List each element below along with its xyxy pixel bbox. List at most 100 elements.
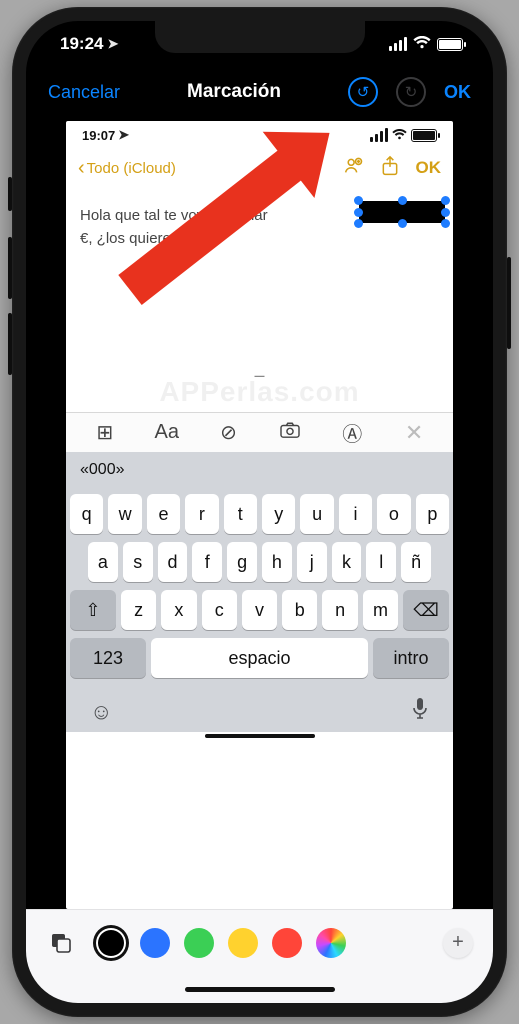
shapes-button[interactable]	[46, 928, 76, 958]
color-green[interactable]	[184, 928, 214, 958]
camera-icon[interactable]	[273, 421, 307, 445]
status-bar-inner: 19:07 ➤	[66, 121, 453, 149]
battery-icon	[437, 38, 463, 51]
key-r[interactable]: r	[185, 494, 218, 534]
color-swatches	[96, 928, 346, 958]
key-q[interactable]: q	[70, 494, 103, 534]
resize-handle[interactable]	[441, 208, 450, 217]
home-indicator-inner	[205, 734, 315, 738]
emoji-key[interactable]: ☺	[90, 699, 112, 725]
table-icon[interactable]: ⊞	[88, 420, 122, 445]
location-icon: ➤	[107, 36, 118, 52]
key-w[interactable]: w	[108, 494, 141, 534]
color-red[interactable]	[272, 928, 302, 958]
color-black[interactable]	[96, 928, 126, 958]
key-c[interactable]: c	[202, 590, 237, 630]
cancel-button[interactable]: Cancelar	[48, 82, 120, 103]
key-z[interactable]: z	[121, 590, 156, 630]
add-tool-button[interactable]: +	[443, 928, 473, 958]
key-u[interactable]: u	[300, 494, 333, 534]
chevron-left-icon: ‹	[78, 158, 85, 178]
resize-handle[interactable]	[398, 219, 407, 228]
markup-pen-icon[interactable]: Ⓐ	[335, 418, 369, 447]
notes-format-toolbar: ⊞ Aa ⊘ Ⓐ ✕	[66, 412, 453, 452]
redaction-shape[interactable]	[359, 201, 445, 223]
home-indicator-outer[interactable]	[26, 975, 493, 1003]
key-k[interactable]: k	[332, 542, 362, 582]
key-a[interactable]: a	[88, 542, 118, 582]
key-j[interactable]: j	[297, 542, 327, 582]
resize-handle[interactable]	[354, 219, 363, 228]
wifi-icon	[392, 127, 407, 144]
dismiss-toolbar-icon[interactable]: ✕	[397, 420, 431, 446]
key-s[interactable]: s	[123, 542, 153, 582]
suggestion-text[interactable]: «000»	[80, 461, 125, 479]
redo-icon: ↻	[405, 83, 418, 101]
markup-navbar: Cancelar Marcación ↺ ↻ OK	[26, 67, 493, 117]
battery-icon	[411, 129, 437, 142]
key-row-2: a s d f g h j k l ñ	[70, 542, 449, 582]
return-key[interactable]: intro	[373, 638, 449, 678]
phone-body: 19:24 ➤ Cancelar Marcación ↺ ↻	[12, 7, 507, 1017]
resize-handle[interactable]	[441, 219, 450, 228]
volume-up-button	[8, 237, 12, 299]
notes-back-button[interactable]: ‹ Todo (iCloud)	[78, 158, 176, 178]
key-b[interactable]: b	[282, 590, 317, 630]
undo-button[interactable]: ↺	[348, 77, 378, 107]
location-icon: ➤	[118, 127, 129, 143]
keyboard: q w e r t y u i o p a	[66, 488, 453, 692]
share-icon[interactable]	[380, 155, 400, 182]
screen: 19:24 ➤ Cancelar Marcación ↺ ↻	[26, 21, 493, 1003]
markup-title: Marcación	[187, 81, 281, 103]
markup-canvas[interactable]: 19:07 ➤ ‹	[26, 117, 493, 909]
key-f[interactable]: f	[192, 542, 222, 582]
key-x[interactable]: x	[161, 590, 196, 630]
key-row-3: ⇧ z x c v b n m ⌫	[70, 590, 449, 630]
key-l[interactable]: l	[366, 542, 396, 582]
resize-handle[interactable]	[354, 196, 363, 205]
volume-down-button	[8, 313, 12, 375]
redo-button: ↻	[396, 77, 426, 107]
checklist-icon[interactable]: ⊘	[212, 420, 246, 445]
key-d[interactable]: d	[158, 542, 188, 582]
resize-handle[interactable]	[441, 196, 450, 205]
key-y[interactable]: y	[262, 494, 295, 534]
done-button[interactable]: OK	[444, 82, 471, 103]
keyboard-bottom-row: ☺	[66, 692, 453, 732]
key-g[interactable]: g	[227, 542, 257, 582]
numbers-key[interactable]: 123	[70, 638, 146, 678]
screenshot-content: 19:07 ➤ ‹	[66, 121, 453, 909]
key-p[interactable]: p	[416, 494, 449, 534]
key-t[interactable]: t	[224, 494, 257, 534]
note-line-2: €, ¿los quieres?	[80, 228, 439, 251]
key-v[interactable]: v	[242, 590, 277, 630]
space-key[interactable]: espacio	[151, 638, 368, 678]
cellular-icon	[370, 128, 388, 142]
resize-handle[interactable]	[398, 196, 407, 205]
text-style-button[interactable]: Aa	[150, 421, 184, 444]
shift-key[interactable]: ⇧	[70, 590, 116, 630]
key-m[interactable]: m	[363, 590, 398, 630]
key-h[interactable]: h	[262, 542, 292, 582]
key-i[interactable]: i	[339, 494, 372, 534]
cellular-icon	[389, 37, 407, 51]
color-picker-icon[interactable]	[316, 928, 346, 958]
wifi-icon	[413, 36, 431, 53]
key-n[interactable]: n	[322, 590, 357, 630]
key-e[interactable]: e	[147, 494, 180, 534]
keyboard-suggestion-bar[interactable]: «000»	[66, 452, 453, 488]
undo-icon: ↺	[357, 83, 370, 101]
key-enye[interactable]: ñ	[401, 542, 431, 582]
resize-handle[interactable]	[354, 208, 363, 217]
device-mockup: 19:24 ➤ Cancelar Marcación ↺ ↻	[0, 0, 519, 1024]
note-body[interactable]: Hola que tal te voy a regalar €, ¿los qu…	[66, 187, 453, 412]
color-yellow[interactable]	[228, 928, 258, 958]
backspace-key[interactable]: ⌫	[403, 590, 449, 630]
key-o[interactable]: o	[377, 494, 410, 534]
dictation-key[interactable]	[411, 697, 429, 727]
color-blue[interactable]	[140, 928, 170, 958]
notes-done-button[interactable]: OK	[416, 158, 442, 178]
markup-palette: +	[26, 909, 493, 975]
watermark: APPerlas.com	[66, 376, 453, 408]
notes-back-label: Todo (iCloud)	[87, 160, 176, 177]
